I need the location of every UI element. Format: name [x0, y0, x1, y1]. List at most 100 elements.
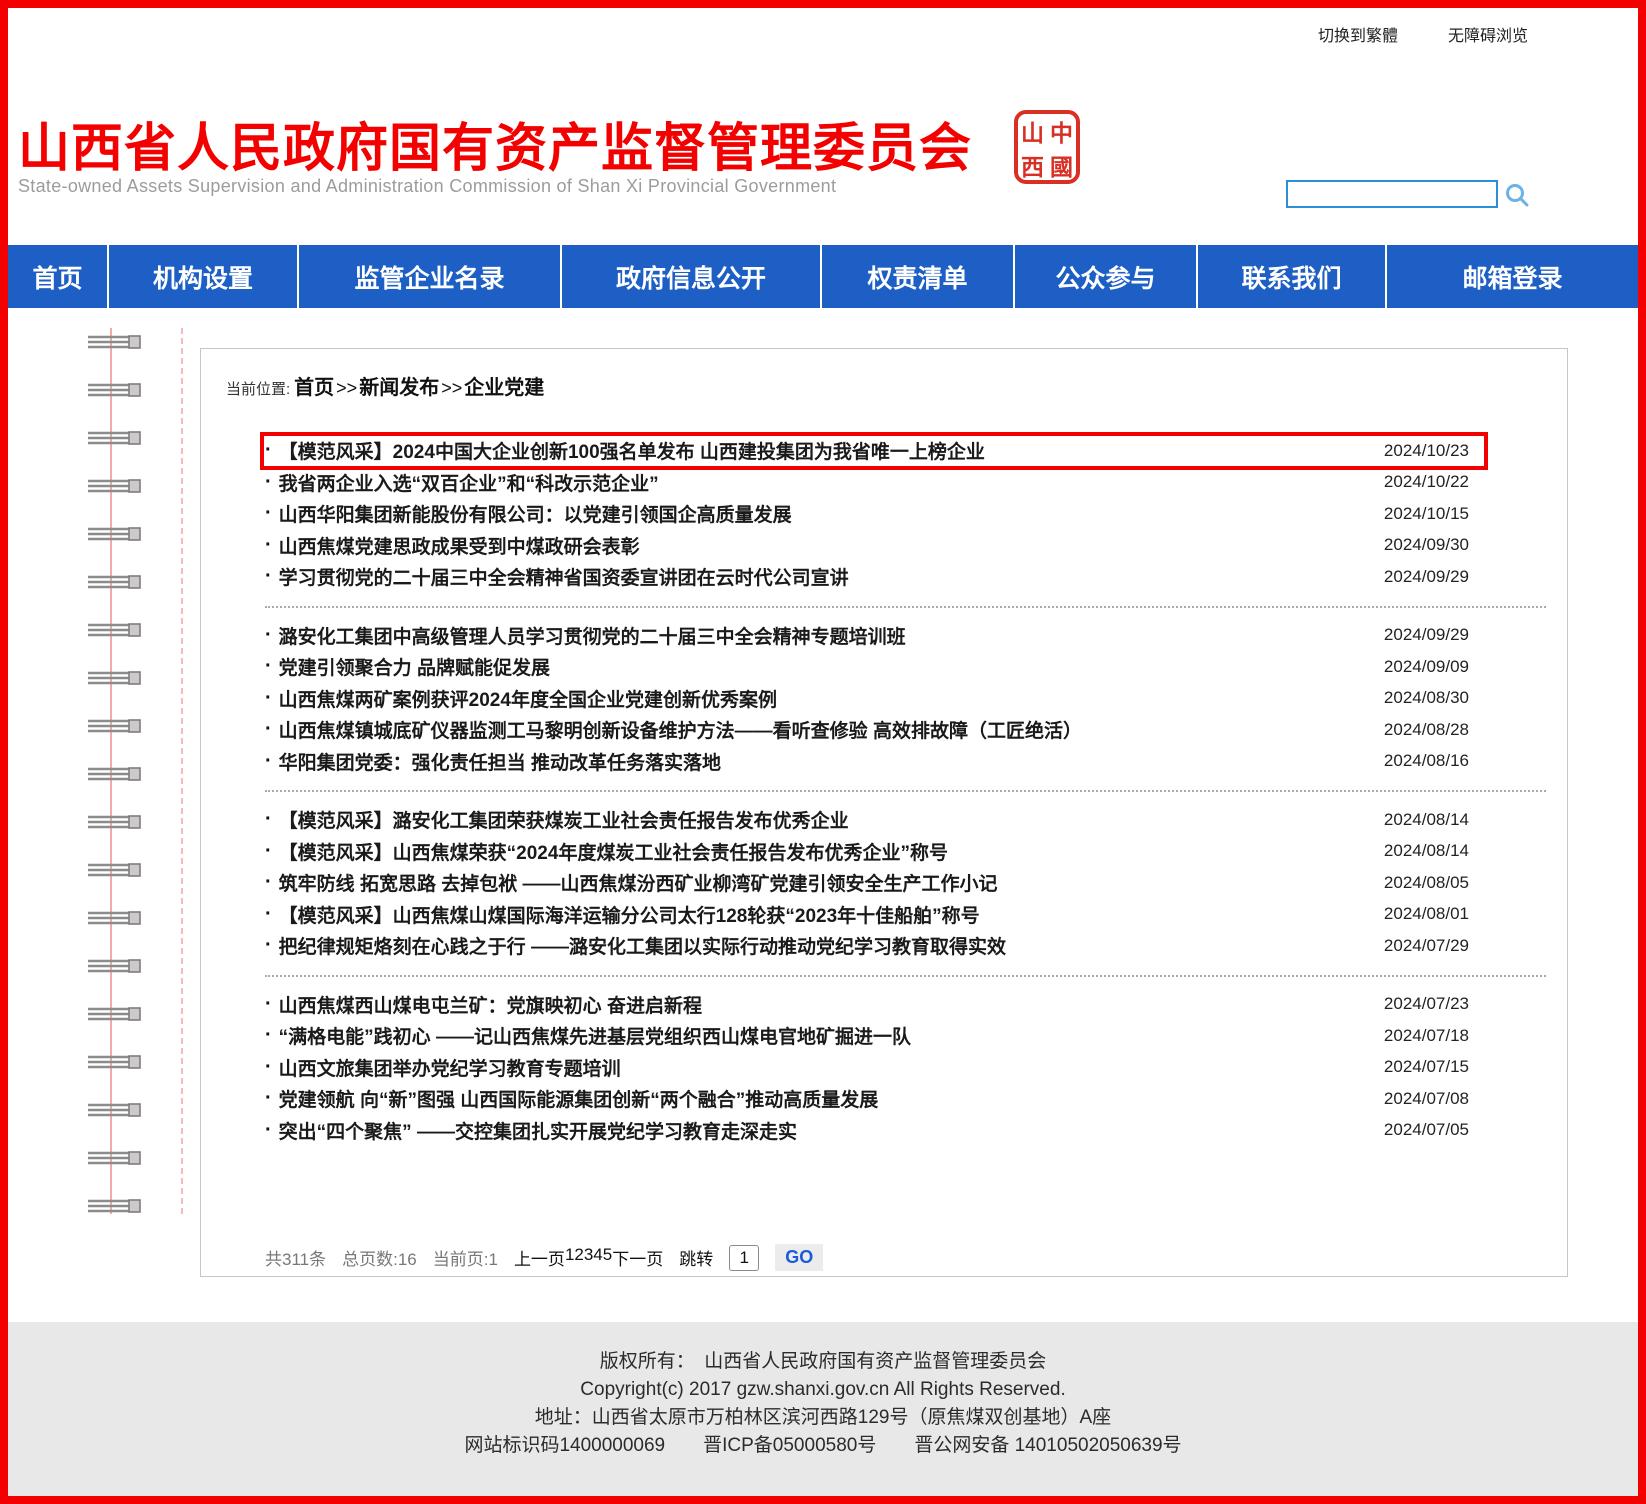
page-links: 上一页 12345 下一页	[514, 1245, 663, 1270]
search-input[interactable]	[1286, 180, 1498, 208]
news-title-link[interactable]: 【模范风采】山西焦煤山煤国际海洋运输分公司太行128轮获“2023年十佳船舶”称…	[279, 901, 1384, 928]
breadcrumb-link[interactable]: 企业党建	[464, 377, 544, 399]
news-item: ·山西焦煤两矿案例获评2024年度全国企业党建创新优秀案例2024/08/30	[265, 683, 1546, 715]
news-date: 2024/08/30	[1384, 688, 1469, 708]
bullet-icon: ·	[265, 934, 272, 957]
news-date: 2024/09/09	[1384, 657, 1469, 677]
news-date: 2024/07/08	[1384, 1089, 1469, 1109]
bullet-icon: ·	[265, 1119, 272, 1142]
search-icon[interactable]	[1504, 182, 1530, 213]
news-title-link[interactable]: 【模范风采】2024中国大企业创新100强名单发布 山西建投集团为我省唯一上榜企…	[279, 437, 1384, 464]
breadcrumb-separator: >>	[441, 378, 462, 398]
news-item: · 把纪律规矩烙刻在心践之于行 ——潞安化工集团以实际行动推动党纪学习教育取得实效…	[265, 930, 1546, 962]
pagination: 共311条 总页数:16 当前页:1 上一页 12345 下一页 跳转 GO	[265, 1244, 823, 1271]
spiral-binding-clip-icon	[86, 526, 144, 542]
nav-item-mail-login[interactable]: 邮箱登录	[1385, 245, 1638, 308]
news-title-link[interactable]: 党建引领聚合力 品牌赋能促发展	[279, 653, 1384, 680]
news-item: ·山西焦煤镇城底矿仪器监测工马黎明创新设备维护方法——看听查修验 高效排故障（工…	[265, 714, 1546, 746]
bullet-icon: ·	[265, 840, 272, 863]
nav-item-supervised-enterprises[interactable]: 监管企业名录	[297, 245, 560, 308]
content-panel: 当前位置: 首页>>新闻发布>>企业党建 ·【模范风采】2024中国大企业创新1…	[200, 348, 1568, 1277]
news-item: · 党建引领聚合力 品牌赋能促发展2024/09/09	[265, 651, 1546, 683]
bullet-icon: ·	[265, 655, 272, 678]
news-date: 2024/08/05	[1384, 873, 1469, 893]
page-number-links[interactable]: 12345	[565, 1245, 612, 1270]
news-date: 2024/07/15	[1384, 1057, 1469, 1077]
spiral-binding-clip-icon	[86, 1102, 144, 1118]
prev-page-link[interactable]: 上一页	[514, 1245, 565, 1270]
current-page: 当前页:1	[433, 1245, 498, 1270]
nav-item-public-participation[interactable]: 公众参与	[1013, 245, 1196, 308]
page-count: 总页数:16	[342, 1245, 417, 1270]
switch-traditional-link[interactable]: 切换到繁體	[1318, 22, 1398, 46]
news-item: · 筑牢防线 拓宽思路 去掉包袱 ——山西焦煤汾西矿业柳湾矿党建引领安全生产工作小…	[265, 867, 1546, 899]
news-title-link[interactable]: 把纪律规矩烙刻在心践之于行 ——潞安化工集团以实际行动推动党纪学习教育取得实效	[279, 932, 1384, 959]
news-item: · 我省两企业入选“双百企业”和“科改示范企业”2024/10/22	[265, 467, 1546, 499]
nav-item-home[interactable]: 首页	[8, 245, 107, 308]
notebook-dashed-line	[181, 328, 183, 1214]
news-title-link[interactable]: 山西焦煤党建思政成果受到中煤政研会表彰	[279, 532, 1384, 559]
news-title-link[interactable]: 山西焦煤西山煤电屯兰矿：党旗映初心 奋进启新程	[279, 991, 1384, 1018]
nav-item-contact-us[interactable]: 联系我们	[1196, 245, 1385, 308]
go-button[interactable]: GO	[775, 1244, 823, 1271]
news-item: ·潞安化工集团中高级管理人员学习贯彻党的二十届三中全会精神专题培训班2024/0…	[265, 620, 1546, 652]
breadcrumb-link[interactable]: 新闻发布	[359, 377, 439, 399]
bullet-icon: ·	[265, 439, 272, 462]
news-item: · 党建领航 向“新”图强 山西国际能源集团创新“两个融合”推动高质量发展2024…	[265, 1083, 1546, 1115]
bullet-icon: ·	[265, 565, 272, 588]
news-date: 2024/08/14	[1384, 810, 1469, 830]
total-count: 共311条	[265, 1245, 326, 1270]
news-date: 2024/09/29	[1384, 567, 1469, 587]
news-date: 2024/08/28	[1384, 720, 1469, 740]
news-title-link[interactable]: 我省两企业入选“双百企业”和“科改示范企业”	[279, 469, 1384, 496]
jump-page-input[interactable]	[729, 1245, 759, 1271]
news-date: 2024/07/18	[1384, 1026, 1469, 1046]
spiral-binding-clip-icon	[86, 1006, 144, 1022]
seal-char: 國	[1050, 148, 1073, 182]
news-title-link[interactable]: 【模范风采】山西焦煤荣获“2024年度煤炭工业社会责任报告发布优秀企业”称号	[279, 838, 1384, 865]
news-title-link[interactable]: 华阳集团党委：强化责任担当 推动改革任务落实落地	[279, 748, 1384, 775]
nav-item-org-setup[interactable]: 机构设置	[107, 245, 297, 308]
spiral-binding-clip-icon	[86, 574, 144, 590]
bullet-icon: ·	[265, 1024, 272, 1047]
news-title-link[interactable]: 筑牢防线 拓宽思路 去掉包袱 ——山西焦煤汾西矿业柳湾矿党建引领安全生产工作小记	[279, 869, 1384, 896]
bullet-icon: ·	[265, 1087, 272, 1110]
news-title-link[interactable]: 山西焦煤两矿案例获评2024年度全国企业党建创新优秀案例	[279, 685, 1384, 712]
news-title-link[interactable]: 山西焦煤镇城底矿仪器监测工马黎明创新设备维护方法——看听查修验 高效排故障（工匠…	[279, 716, 1384, 743]
next-page-link[interactable]: 下一页	[612, 1245, 663, 1270]
news-item: · “满格电能”践初心 ——记山西焦煤先进基层党组织西山煤电官地矿掘进一队2024…	[265, 1020, 1546, 1052]
spiral-binding-clip-icon	[86, 478, 144, 494]
bullet-icon: ·	[265, 624, 272, 647]
news-title-link[interactable]: 学习贯彻党的二十届三中全会精神省国资委宣讲团在云时代公司宣讲	[279, 563, 1384, 590]
spiral-binding-clip-icon	[86, 1054, 144, 1070]
news-title-link[interactable]: 【模范风采】潞安化工集团荣获煤炭工业社会责任报告发布优秀企业	[279, 806, 1384, 833]
bullet-icon: ·	[265, 471, 272, 494]
news-item: ·【模范风采】山西焦煤荣获“2024年度煤炭工业社会责任报告发布优秀企业”称号2…	[265, 836, 1546, 868]
bullet-icon: ·	[265, 993, 272, 1016]
accessibility-link[interactable]: 无障碍浏览	[1448, 22, 1528, 46]
breadcrumb-link[interactable]: 首页	[294, 377, 334, 399]
nav-item-duty-list[interactable]: 权责清单	[820, 245, 1013, 308]
news-title-link[interactable]: 山西华阳集团新能股份有限公司：以党建引领国企高质量发展	[279, 500, 1384, 527]
nav-item-gov-info-disclosure[interactable]: 政府信息公开	[560, 245, 820, 308]
breadcrumb-parts: 首页>>新闻发布>>企业党建	[294, 371, 544, 400]
news-item: ·山西焦煤西山煤电屯兰矿：党旗映初心 奋进启新程2024/07/23	[265, 989, 1546, 1021]
bullet-icon: ·	[265, 871, 272, 894]
news-item: ·【模范风采】潞安化工集团荣获煤炭工业社会责任报告发布优秀企业2024/08/1…	[265, 804, 1546, 836]
spiral-binding-clip-icon	[86, 670, 144, 686]
site-subtitle-english: State-owned Assets Supervision and Admin…	[18, 176, 836, 197]
news-title-link[interactable]: 潞安化工集团中高级管理人员学习贯彻党的二十届三中全会精神专题培训班	[279, 622, 1384, 649]
news-item: · 学习贯彻党的二十届三中全会精神省国资委宣讲团在云时代公司宣讲2024/09/2…	[265, 561, 1546, 593]
news-title-link[interactable]: 突出“四个聚焦” ——交控集团扎实开展党纪学习教育走深走实	[279, 1117, 1384, 1144]
news-title-link[interactable]: “满格电能”践初心 ——记山西焦煤先进基层党组织西山煤电官地矿掘进一队	[279, 1022, 1384, 1049]
news-title-link[interactable]: 山西文旅集团举办党纪学习教育专题培训	[279, 1054, 1384, 1081]
news-title-link[interactable]: 党建领航 向“新”图强 山西国际能源集团创新“两个融合”推动高质量发展	[279, 1085, 1384, 1112]
spiral-binding-clip-icon	[86, 622, 144, 638]
bullet-icon: ·	[265, 502, 272, 525]
seal-char: 山	[1021, 114, 1044, 148]
spiral-binding-clip-icon	[86, 1198, 144, 1214]
footer-copyright-owner: 版权所有： 山西省人民政府国有资产监督管理委员会	[8, 1348, 1638, 1376]
spiral-binding-clip-icon	[86, 718, 144, 734]
news-date: 2024/10/22	[1384, 472, 1469, 492]
spiral-binding-clip-icon	[86, 766, 144, 782]
